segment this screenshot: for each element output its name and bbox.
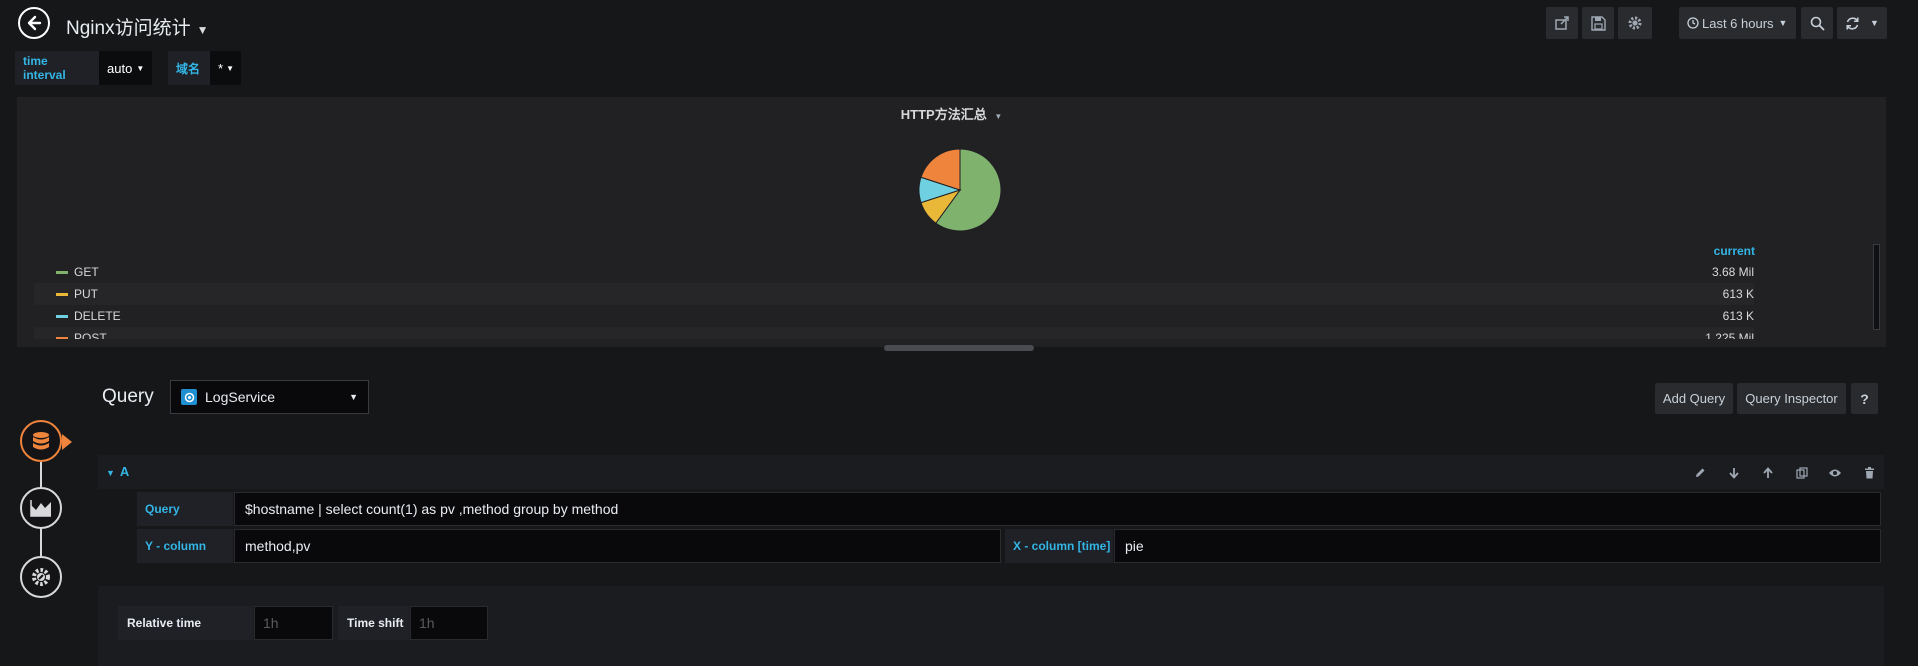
query-letter: A bbox=[119, 464, 130, 479]
legend-item[interactable]: POST 1.225 Mil bbox=[34, 327, 1754, 339]
legend-item[interactable]: DELETE 613 K bbox=[34, 305, 1754, 327]
legend-header-current[interactable]: current bbox=[1714, 244, 1755, 258]
settings-button[interactable] bbox=[1618, 7, 1652, 39]
caret-down-icon: ▼ bbox=[994, 112, 1003, 121]
editor-tab-query: Query bbox=[102, 386, 154, 407]
edit-query-button[interactable] bbox=[1691, 464, 1709, 482]
refresh-button[interactable]: ▼ bbox=[1837, 7, 1887, 39]
save-icon bbox=[1590, 15, 1606, 31]
step-general-settings[interactable] bbox=[20, 556, 62, 598]
caret-down-icon: ▼ bbox=[349, 392, 358, 402]
move-query-down-button[interactable] bbox=[1725, 464, 1743, 482]
panel-resize-handle[interactable] bbox=[884, 345, 1034, 351]
dashboard-title-text: Nginx访问统计 bbox=[66, 18, 191, 39]
legend-swatch bbox=[56, 314, 68, 318]
legend-label: POST bbox=[74, 331, 107, 339]
y-column-label: Y - column bbox=[137, 529, 233, 563]
zoom-out-button[interactable] bbox=[1801, 7, 1833, 39]
query-row-toggle[interactable]: ▼ A bbox=[106, 464, 129, 479]
trash-icon bbox=[1864, 467, 1874, 479]
query-field-label: Query bbox=[137, 492, 233, 526]
share-icon bbox=[1555, 16, 1569, 30]
arrow-left-icon bbox=[27, 15, 42, 31]
caret-down-icon: ▼ bbox=[136, 63, 145, 73]
pie-chart bbox=[918, 148, 1002, 232]
active-step-pointer bbox=[62, 434, 72, 450]
caret-down-icon: ▼ bbox=[1778, 18, 1788, 28]
legend-scrollbar[interactable] bbox=[1873, 244, 1880, 330]
duplicate-query-button[interactable] bbox=[1793, 464, 1811, 482]
time-shift-input[interactable]: 1h bbox=[410, 606, 488, 640]
step-visualization[interactable] bbox=[20, 487, 62, 529]
legend-value: 613 K bbox=[1722, 287, 1754, 301]
time-range-label: Last 6 hours bbox=[1702, 15, 1774, 31]
area-chart-icon bbox=[30, 500, 51, 517]
panel-title[interactable]: HTTP方法汇总 ▼ bbox=[17, 104, 1886, 123]
arrow-up-icon bbox=[1763, 467, 1773, 478]
x-column-input[interactable]: pie bbox=[1114, 529, 1881, 563]
legend-item[interactable]: PUT 613 K bbox=[34, 283, 1754, 305]
legend-item[interactable]: GET 3.68 Mil bbox=[34, 261, 1754, 283]
variable-label-domain: 域名 bbox=[168, 51, 210, 85]
copy-icon bbox=[1796, 467, 1808, 479]
legend-swatch bbox=[56, 292, 68, 296]
help-button[interactable]: ? bbox=[1851, 383, 1878, 414]
clock-icon bbox=[1687, 17, 1699, 29]
toggle-query-visibility-button[interactable] bbox=[1826, 464, 1844, 482]
legend-label: PUT bbox=[74, 287, 98, 301]
variable-value: auto bbox=[107, 60, 133, 76]
x-column-label: X - column [time] bbox=[1005, 529, 1113, 563]
database-icon bbox=[33, 432, 49, 450]
legend-swatch bbox=[56, 336, 68, 339]
relative-time-label: Relative time bbox=[118, 606, 253, 640]
relative-time-input[interactable]: 1h bbox=[254, 606, 333, 640]
legend-value: 3.68 Mil bbox=[1711, 265, 1754, 279]
legend-label: GET bbox=[74, 265, 99, 279]
add-query-button[interactable]: Add Query bbox=[1655, 383, 1733, 414]
datasource-select[interactable]: LogService ▼ bbox=[170, 380, 369, 414]
legend-swatch bbox=[56, 270, 68, 274]
gear-wrench-icon bbox=[32, 568, 50, 586]
back-button[interactable] bbox=[18, 7, 50, 39]
caret-down-icon: ▼ bbox=[196, 23, 209, 37]
pie-panel: HTTP方法汇总 ▼ current GET 3.68 Mil PUT 613 K DE… bbox=[17, 97, 1886, 347]
gear-icon bbox=[1628, 16, 1642, 30]
search-icon bbox=[1810, 16, 1825, 31]
move-query-up-button[interactable] bbox=[1759, 464, 1777, 482]
legend: GET 3.68 Mil PUT 613 K DELETE 613 K POST 1.225 … bbox=[17, 261, 1886, 339]
eye-icon bbox=[1829, 469, 1841, 477]
panel-title-text: HTTP方法汇总 bbox=[900, 107, 987, 122]
delete-query-button[interactable] bbox=[1860, 464, 1878, 482]
caret-down-icon: ▼ bbox=[226, 63, 234, 73]
variable-select-time-interval[interactable]: auto ▼ bbox=[99, 51, 152, 85]
save-button[interactable] bbox=[1582, 7, 1614, 39]
refresh-icon bbox=[1846, 16, 1859, 30]
legend-value: 613 K bbox=[1722, 309, 1754, 323]
share-button[interactable] bbox=[1546, 7, 1578, 39]
step-queries[interactable] bbox=[20, 420, 62, 462]
variable-label-time-interval: time interval bbox=[15, 51, 99, 85]
datasource-name: LogService bbox=[205, 389, 276, 405]
variable-select-domain[interactable]: * ▼ bbox=[210, 51, 241, 85]
time-shift-label: Time shift bbox=[338, 606, 409, 640]
caret-down-icon: ▼ bbox=[106, 468, 115, 478]
variable-value: * bbox=[218, 60, 224, 76]
dashboard-title[interactable]: Nginx访问统计 ▼ bbox=[66, 13, 208, 40]
y-column-input[interactable]: method,pv bbox=[234, 529, 1001, 563]
query-row-header bbox=[98, 455, 1884, 489]
query-input[interactable]: $hostname | select count(1) as pv ,metho… bbox=[234, 492, 1881, 526]
time-picker-button[interactable]: Last 6 hours ▼ bbox=[1679, 7, 1796, 39]
legend-label: DELETE bbox=[74, 309, 121, 323]
caret-down-icon: ▼ bbox=[1870, 18, 1879, 28]
query-inspector-button[interactable]: Query Inspector bbox=[1737, 383, 1846, 414]
legend-value: 1.225 Mil bbox=[1705, 331, 1754, 339]
arrow-down-icon bbox=[1729, 468, 1739, 479]
pencil-icon bbox=[1696, 468, 1705, 477]
logservice-icon bbox=[181, 389, 197, 405]
